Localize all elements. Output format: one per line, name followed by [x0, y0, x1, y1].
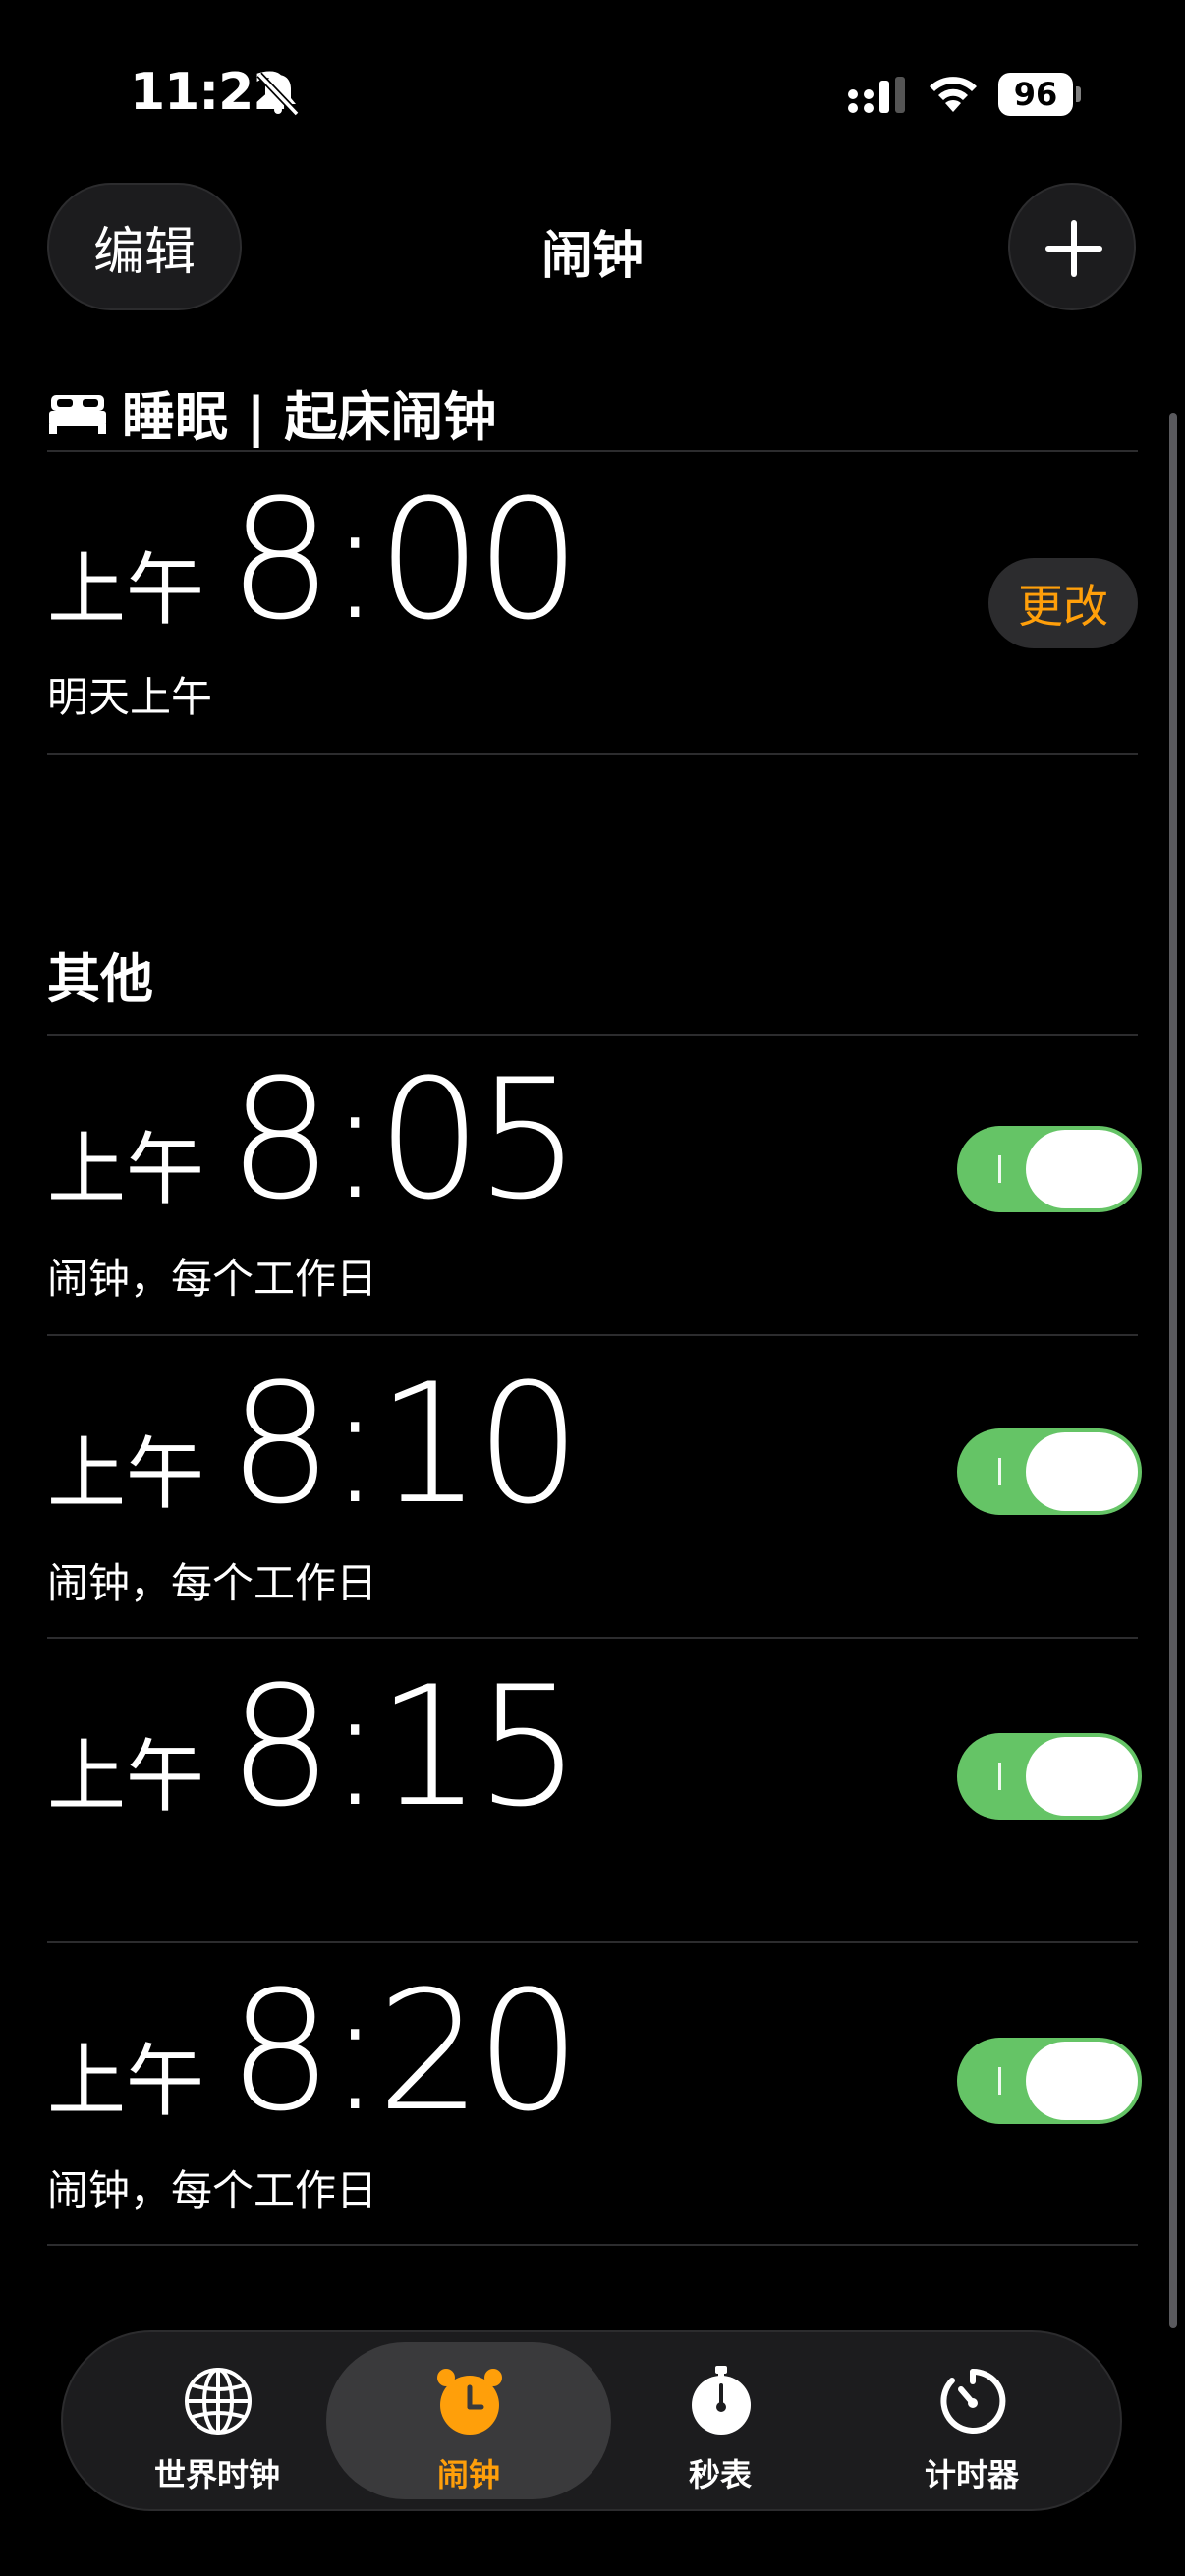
sleep-section-header: 睡眠 | 起床闹钟 [47, 373, 496, 451]
toggle-on-mark [998, 2067, 1001, 2095]
divider [47, 1941, 1138, 1943]
change-sleep-schedule-button[interactable]: 更改 [988, 558, 1138, 648]
sleep-section-title: 睡眠 | 起床闹钟 [122, 386, 497, 448]
toggle-on-mark [998, 1763, 1001, 1790]
alarm-clock-icon [437, 2369, 502, 2435]
clock-app-screen: 11:22 96 编辑 闹钟 睡眠 | 起床闹钟 上午 8:00 明天上午 更改… [0, 0, 1185, 2576]
toggle-on-mark [998, 1458, 1001, 1485]
other-section-title: 其他 [47, 948, 153, 1010]
toggle-knob [1026, 2042, 1138, 2120]
battery-indicator: 96 [998, 73, 1081, 116]
alarm-period: 上午 [47, 1428, 204, 1520]
alarm-period: 上午 [47, 1731, 204, 1822]
tab-bar: 世界时钟 闹钟 秒表 计时器 [61, 2330, 1122, 2511]
tab-timer[interactable]: 计时器 [829, 2342, 1114, 2499]
bell-slash-icon [256, 72, 300, 117]
alarm-period: 上午 [47, 1124, 204, 1215]
alarm-row-time[interactable]: 上午 8:15 [47, 1651, 581, 1843]
cellular-signal-icon [848, 77, 905, 113]
alarm-clock-time: 8:20 [228, 1955, 581, 2148]
alarm-period: 上午 [47, 544, 204, 636]
alarm-row-time[interactable]: 上午 8:05 [47, 1043, 581, 1236]
toggle-knob [1026, 1432, 1138, 1511]
alarm-toggle[interactable] [957, 1733, 1142, 1820]
battery-nub [1076, 86, 1081, 102]
wifi-icon [930, 77, 977, 112]
alarm-row-time[interactable]: 上午 8:10 [47, 1348, 581, 1540]
alarm-row-time[interactable]: 上午 8:20 [47, 1955, 581, 2148]
divider [47, 753, 1138, 755]
tab-alarm[interactable]: 闹钟 [326, 2342, 611, 2499]
alarm-clock-time: 8:15 [228, 1651, 581, 1843]
tab-world-clock[interactable]: 世界时钟 [75, 2342, 360, 2499]
alarm-subtitle: 闹钟，每个工作日 [47, 1559, 378, 1607]
alarm-clock-time: 8:10 [228, 1348, 581, 1540]
divider [47, 2244, 1138, 2246]
tab-label: 秒表 [688, 2456, 752, 2493]
tab-label: 闹钟 [436, 2456, 500, 2493]
toggle-knob [1026, 1130, 1138, 1208]
alarm-clock-time: 8:00 [228, 464, 581, 656]
tab-label: 世界时钟 [153, 2456, 280, 2493]
toggle-on-mark [998, 1155, 1001, 1183]
globe-icon [185, 2368, 252, 2435]
alarm-toggle[interactable] [957, 2038, 1142, 2124]
alarm-toggle[interactable] [957, 1428, 1142, 1515]
alarm-period: 上午 [47, 2036, 204, 2127]
sleep-alarm-subtitle: 明天上午 [47, 673, 213, 721]
timer-icon [940, 2368, 1006, 2434]
tab-label: 计时器 [924, 2456, 1019, 2493]
tab-stopwatch[interactable]: 秒表 [578, 2342, 863, 2499]
stopwatch-icon [692, 2366, 751, 2435]
divider [47, 1034, 1138, 1036]
alarm-clock-time: 8:05 [228, 1043, 581, 1236]
bed-icon [49, 394, 106, 434]
divider [47, 1637, 1138, 1639]
alarm-subtitle: 闹钟，每个工作日 [47, 1255, 378, 1303]
scrollbar[interactable] [1169, 413, 1177, 2328]
plus-icon [1045, 220, 1102, 277]
divider [47, 450, 1138, 452]
toggle-knob [1026, 1737, 1138, 1816]
page-title: 闹钟 [540, 227, 644, 286]
add-alarm-button[interactable] [1008, 183, 1136, 310]
battery-level: 96 [998, 73, 1073, 116]
alarm-toggle[interactable] [957, 1126, 1142, 1212]
sleep-alarm-time[interactable]: 上午 8:00 [47, 464, 581, 656]
alarm-subtitle: 闹钟，每个工作日 [47, 2166, 378, 2214]
divider [47, 1334, 1138, 1336]
